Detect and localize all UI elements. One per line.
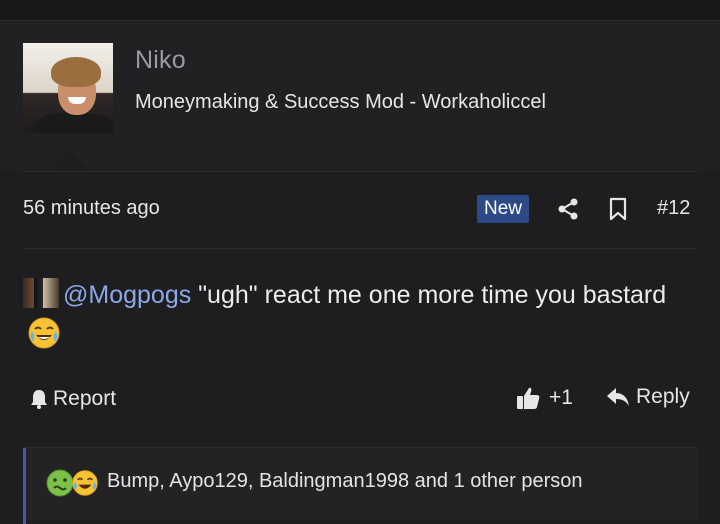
report-label: Report <box>53 387 117 410</box>
share-icon[interactable] <box>556 197 580 221</box>
post-text: "ugh" react me one more time you bastard <box>191 281 667 309</box>
reactions-accent <box>23 448 26 524</box>
post-body: @Mogpogs "ugh" react me one more time yo… <box>23 275 683 355</box>
divider <box>23 171 698 172</box>
author-avatar[interactable] <box>23 43 113 133</box>
like-count: +1 <box>549 386 573 409</box>
post-timestamp[interactable]: 56 minutes ago <box>23 197 160 220</box>
user-mention[interactable]: @Mogpogs <box>63 281 191 309</box>
bookmark-icon[interactable] <box>608 197 628 221</box>
header-pointer <box>50 151 90 171</box>
thumbs-up-icon <box>517 387 540 409</box>
author-name[interactable]: Niko <box>135 46 186 75</box>
report-button[interactable]: Report <box>28 387 116 411</box>
reply-button[interactable]: Reply <box>606 385 690 409</box>
bell-icon <box>31 390 47 409</box>
post-number[interactable]: #12 <box>657 197 690 220</box>
crying-laughing-emoji-icon <box>72 470 98 496</box>
reply-arrow-icon <box>607 388 629 406</box>
reaction-icons[interactable] <box>45 468 99 498</box>
reactions-summary[interactable]: Bump, Aypo129, Baldingman1998 and 1 othe… <box>107 470 583 493</box>
author-title: Moneymaking & Success Mod - Workaholicce… <box>135 91 546 113</box>
top-strip <box>0 0 720 21</box>
reply-label: Reply <box>636 385 690 408</box>
new-badge: New <box>477 195 530 223</box>
divider <box>23 248 698 249</box>
mention-avatar[interactable] <box>23 278 59 308</box>
like-button[interactable]: +1 <box>515 385 573 411</box>
crying-laughing-emoji-icon <box>28 317 60 349</box>
